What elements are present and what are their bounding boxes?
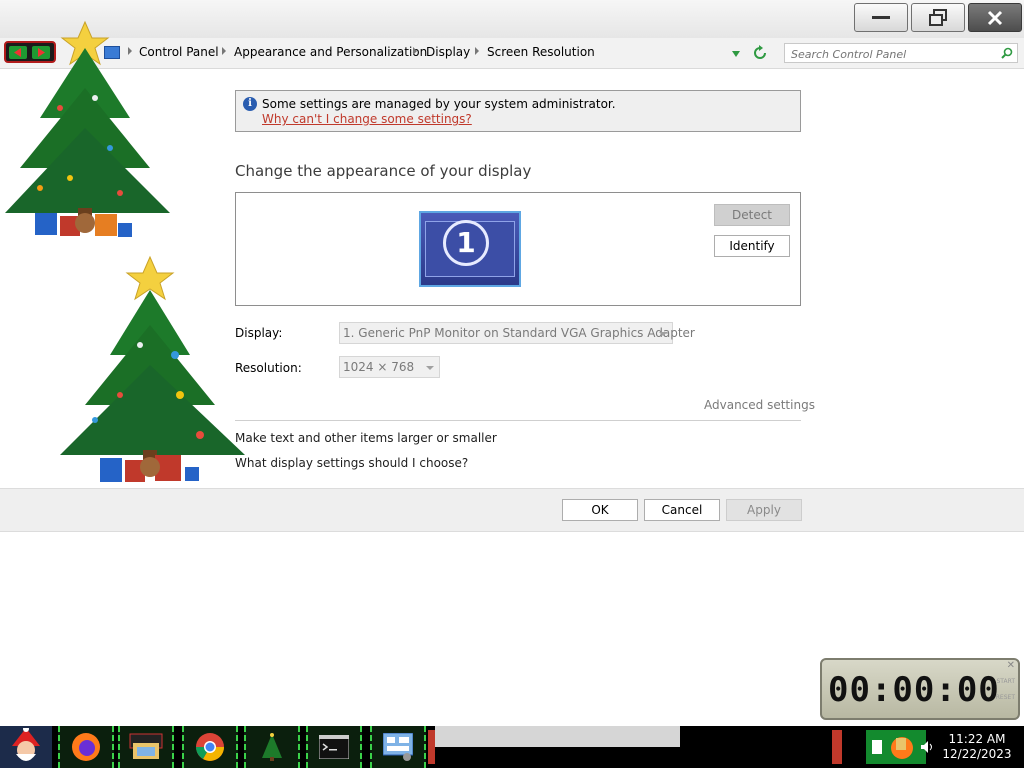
chevron-down-icon	[659, 332, 667, 336]
info-icon: i	[243, 97, 257, 111]
taskbar-cmd[interactable]	[306, 726, 362, 768]
search-box[interactable]	[784, 43, 1018, 63]
timer-reset-button[interactable]: RESET	[996, 694, 1015, 701]
start-button[interactable]	[0, 726, 52, 768]
control-panel-icon	[383, 733, 413, 761]
breadcrumb-display[interactable]: Display	[426, 45, 470, 59]
text-size-link[interactable]: Make text and other items larger or smal…	[235, 431, 497, 445]
admin-info-bar: i Some settings are managed by your syst…	[235, 90, 801, 132]
christmas-tree-icon	[60, 255, 245, 482]
system-tray[interactable]	[866, 730, 926, 764]
cancel-button[interactable]: Cancel	[644, 499, 720, 521]
search-icon[interactable]	[1001, 47, 1013, 59]
taskbar-chrome[interactable]	[182, 726, 238, 768]
close-icon	[987, 10, 1003, 25]
resolution-select-value: 1024 × 768	[343, 360, 415, 374]
minimize-button[interactable]	[854, 3, 908, 32]
display-help-link[interactable]: What display settings should I choose?	[235, 456, 468, 470]
timer-display: 00:00:00	[828, 670, 1000, 710]
breadcrumb-separator[interactable]	[413, 47, 417, 55]
clock-time[interactable]: 11:22 AM	[930, 732, 1024, 746]
info-message: Some settings are managed by your system…	[262, 97, 616, 111]
resolution-select[interactable]: 1024 × 768	[339, 356, 440, 378]
taskbar-marker	[428, 730, 435, 764]
page-title: Change the appearance of your display	[235, 162, 532, 180]
history-dropdown-icon[interactable]	[732, 51, 740, 57]
minimize-icon	[872, 15, 890, 19]
identify-button[interactable]: Identify	[714, 235, 790, 257]
christmas-tree-icon	[5, 20, 170, 237]
firefox-icon	[72, 733, 100, 761]
close-button[interactable]	[968, 3, 1022, 32]
command-prompt-icon	[319, 735, 349, 759]
tray-icons	[872, 737, 913, 759]
advanced-settings-link[interactable]: Advanced settings	[704, 398, 815, 412]
display-select-value: 1. Generic PnP Monitor on Standard VGA G…	[343, 326, 695, 340]
monitor-1-thumbnail[interactable]: 1	[419, 211, 521, 287]
divider	[235, 420, 801, 421]
dialog-footer: OK Cancel Apply	[0, 488, 1024, 532]
why-cant-change-link[interactable]: Why can't I change some settings?	[262, 112, 472, 126]
gadget-close-icon[interactable]: ✕	[1007, 660, 1015, 671]
taskbar-firefox[interactable]	[58, 726, 114, 768]
santa-start-icon	[12, 728, 40, 761]
apply-button[interactable]: Apply	[726, 499, 802, 521]
taskbar-empty-area	[435, 726, 680, 747]
refresh-icon[interactable]	[752, 45, 768, 61]
display-preview: 1 Detect Identify	[235, 192, 801, 306]
display-select[interactable]: 1. Generic PnP Monitor on Standard VGA G…	[339, 322, 695, 344]
taskbar-explorer[interactable]	[118, 726, 174, 768]
chevron-down-icon	[426, 366, 434, 370]
taskbar-control-panel[interactable]	[370, 726, 426, 768]
monitor-number: 1	[443, 220, 489, 266]
christmas-tree-icon	[262, 733, 282, 761]
breadcrumb-separator[interactable]	[475, 47, 479, 55]
taskbar: 11:22 AM 12/22/2023	[0, 726, 1024, 768]
breadcrumb-appearance[interactable]: Appearance and Personalization	[234, 45, 427, 59]
breadcrumb-separator[interactable]	[222, 47, 226, 55]
ok-button[interactable]: OK	[562, 499, 638, 521]
taskbar-marker	[832, 730, 842, 764]
search-input[interactable]	[789, 45, 993, 63]
restore-icon	[929, 8, 947, 26]
clock-date[interactable]: 12/22/2023	[930, 747, 1024, 761]
breadcrumb-screen-resolution[interactable]: Screen Resolution	[487, 45, 595, 59]
taskbar-tree-gadget[interactable]	[244, 726, 300, 768]
restore-button[interactable]	[911, 3, 965, 32]
file-explorer-icon	[129, 733, 163, 759]
timer-start-button[interactable]: START	[996, 678, 1015, 685]
chrome-icon	[196, 733, 224, 761]
timer-gadget[interactable]: 00:00:00 ✕ START RESET	[820, 658, 1020, 720]
detect-button[interactable]: Detect	[714, 204, 790, 226]
